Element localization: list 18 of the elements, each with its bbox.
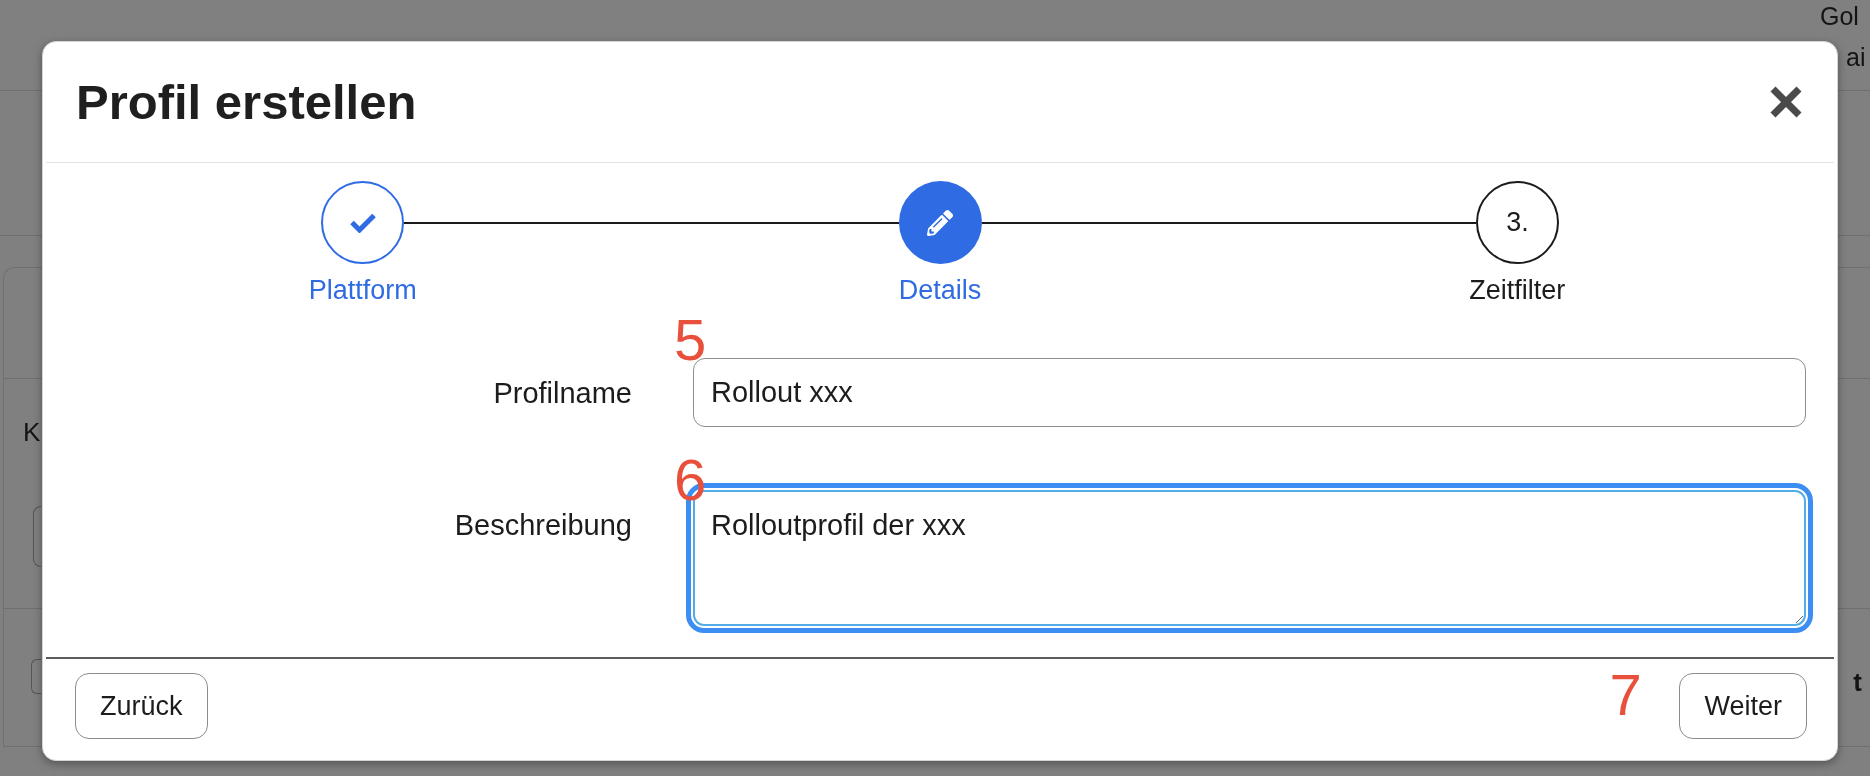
field-label: Beschreibung — [454, 509, 632, 541]
step-label: Plattform — [308, 274, 417, 306]
step-label: Details — [898, 274, 982, 306]
back-button[interactable]: Zurück — [75, 673, 208, 739]
label-fragment: Gol — [1820, 1, 1859, 32]
field-label: Profilname — [493, 376, 632, 409]
label-fragment: K — [23, 417, 41, 447]
annotation-number: 7 — [1609, 666, 1642, 724]
step-label: Zeitfilter — [1469, 274, 1566, 306]
dialog-title: Profil erstellen — [76, 74, 417, 130]
label-fragment: ai — [1846, 42, 1866, 73]
close-button[interactable] — [1770, 86, 1802, 118]
outline-fragment — [31, 659, 41, 694]
label-fragment: t — [1853, 667, 1862, 697]
check-icon — [349, 212, 376, 233]
close-icon — [1770, 86, 1802, 118]
next-button[interactable]: Weiter — [1679, 673, 1807, 739]
pencil-icon — [927, 209, 953, 236]
